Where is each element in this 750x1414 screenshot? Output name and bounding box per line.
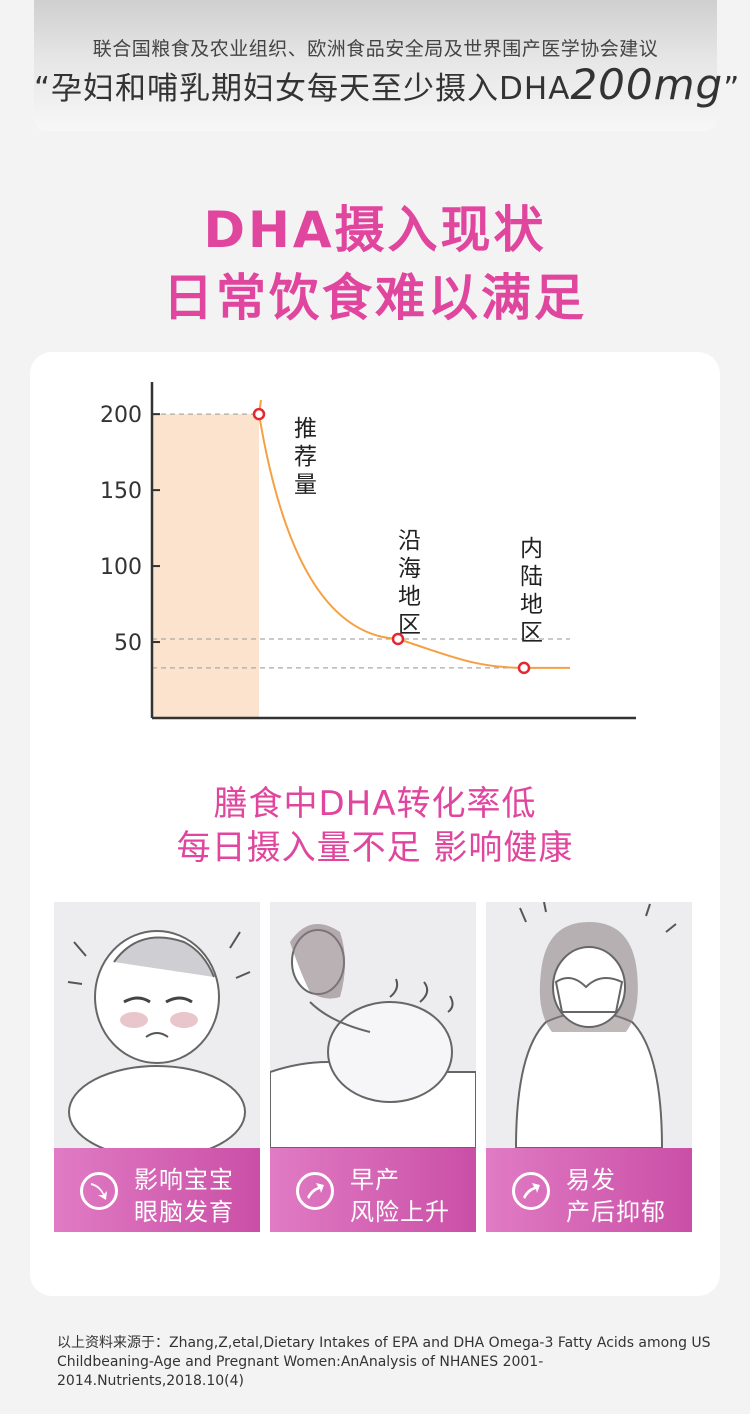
tile-label-line1: 影响宝宝 [134,1166,234,1194]
crying-baby-illustration [54,902,260,1148]
arrow-down-right-icon [80,1172,118,1210]
tile-label-line1: 易发 [566,1166,616,1194]
recommended-area [152,414,259,718]
depressed-woman-illustration [486,902,692,1148]
arrow-up-right-icon [512,1172,550,1210]
content-card: 200 150 100 50 推荐量沿海地区内陆地区 膳食中DHA转化率低 每日摄入量不… [30,352,720,1296]
y-tick-label: 200 [100,403,142,428]
quote-amount: 200mg [570,60,724,109]
point-label-char: 推 [294,416,317,442]
headline-line2: 日常饮食难以满足 [163,269,587,327]
tile-label: 早产 风险上升 [270,1148,476,1232]
tile-premature-birth: 早产 风险上升 [270,902,476,1232]
tile-label-line1: 早产 [350,1166,400,1194]
data-point [252,407,266,421]
y-tick-label: 150 [100,479,142,504]
tile-label-line2: 风险上升 [350,1198,450,1226]
point-label-char: 区 [398,612,421,638]
tile-postpartum-depression: 易发 产后抑郁 [486,902,692,1232]
point-label-char: 地 [398,584,421,610]
tile-baby-development: 影响宝宝 眼脑发育 [54,902,260,1232]
point-label-char: 区 [520,620,543,646]
tile-label: 易发 产后抑郁 [486,1148,692,1232]
pregnant-woman-illustration [270,902,476,1148]
quote-close: ” [723,71,741,107]
subtitle-line2: 每日摄入量不足 影响健康 [176,828,574,868]
recommendation-banner: 联合国粮食及农业组织、欧洲食品安全局及世界围产医学协会建议 “孕妇和哺乳期妇女每… [34,0,739,131]
arrow-up-right-icon [296,1172,334,1210]
point-label-char: 量 [294,472,317,498]
recommendation-source-line: 联合国粮食及农业组织、欧洲食品安全局及世界围产医学协会建议 [92,38,659,60]
y-tick-label: 100 [100,555,142,580]
point-label-char: 地 [520,592,543,618]
tile-label-line2: 产后抑郁 [566,1198,666,1226]
tile-label: 影响宝宝 眼脑发育 [54,1148,260,1232]
point-label-char: 海 [398,556,421,582]
quote-text: “孕妇和哺乳期妇女每天至少摄入DHA [34,71,571,107]
recommendation-quote: “孕妇和哺乳期妇女每天至少摄入DHA200mg” [34,60,739,109]
y-tick-label: 50 [114,631,142,656]
data-point [517,661,531,675]
source-citation: 以上资料来源于：Zhang,Z,etal,Dietary Intakes of … [57,1335,711,1389]
headline-line1: DHA摄入现状 [203,201,547,259]
point-label-char: 沿 [398,528,421,554]
dha-intake-chart: 20015010050推荐量沿海地区内陆地区 [100,382,636,720]
point-label-char: 内 [520,536,543,562]
point-label-char: 荐 [294,444,317,470]
tile-label-line2: 眼脑发育 [134,1198,234,1226]
point-label-char: 陆 [520,564,543,590]
subtitle-line1: 膳食中DHA转化率低 [213,784,537,824]
